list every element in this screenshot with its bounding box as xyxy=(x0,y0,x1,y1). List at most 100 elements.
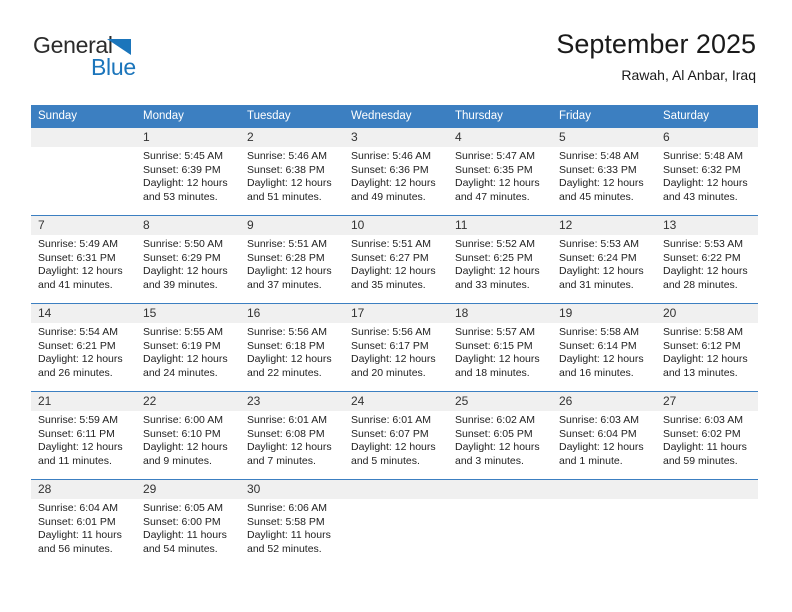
calendar-week-row: 1 Sunrise: 5:45 AM Sunset: 6:39 PM Daylight… xyxy=(31,127,758,216)
sunrise-text: Sunrise: 6:04 AM xyxy=(38,502,118,514)
day-number: 8 xyxy=(136,216,240,235)
sunset-text: Sunset: 6:12 PM xyxy=(663,339,741,352)
calendar-day-cell[interactable]: 28 Sunrise: 6:04 AM Sunset: 6:01 PM Dayligh… xyxy=(31,479,136,568)
sunrise-text: Sunrise: 5:51 AM xyxy=(247,238,327,250)
daylight-text-line2: and 13 minutes. xyxy=(663,366,738,379)
sunset-text: Sunset: 6:05 PM xyxy=(455,427,533,440)
calendar-day-cell[interactable]: 20 Sunrise: 5:58 AM Sunset: 6:12 PM Dayligh… xyxy=(656,303,758,392)
daylight-text-line1: Daylight: 12 hours xyxy=(351,177,436,190)
daylight-text-line1: Daylight: 12 hours xyxy=(143,441,228,454)
calendar-day-cell[interactable]: 12 Sunrise: 5:53 AM Sunset: 6:24 PM Dayligh… xyxy=(552,215,656,304)
sunset-text: Sunset: 6:18 PM xyxy=(247,339,325,352)
day-number: 15 xyxy=(136,304,240,323)
sunset-text: Sunset: 6:01 PM xyxy=(38,515,116,528)
daylight-text-line2: and 51 minutes. xyxy=(247,190,322,203)
calendar-day-cell[interactable]: 13 Sunrise: 5:53 AM Sunset: 6:22 PM Dayligh… xyxy=(656,215,758,304)
calendar-day-cell[interactable]: 5 Sunrise: 5:48 AM Sunset: 6:33 PM Daylight… xyxy=(552,127,656,216)
calendar-day-cell[interactable]: 2 Sunrise: 5:46 AM Sunset: 6:38 PM Daylight… xyxy=(240,127,344,216)
daylight-text-line2: and 45 minutes. xyxy=(559,190,634,203)
calendar-day-cell[interactable]: 9 Sunrise: 5:51 AM Sunset: 6:28 PM Daylight… xyxy=(240,215,344,304)
calendar-week-row: 14 Sunrise: 5:54 AM Sunset: 6:21 PM Dayligh… xyxy=(31,303,758,392)
day-number: 27 xyxy=(656,392,758,411)
calendar-day-cell-empty xyxy=(31,127,136,216)
calendar-day-cell[interactable]: 16 Sunrise: 5:56 AM Sunset: 6:18 PM Dayligh… xyxy=(240,303,344,392)
day-details: Sunrise: 5:56 AM Sunset: 6:18 PM Daylight:… xyxy=(240,323,344,380)
day-details: Sunrise: 5:48 AM Sunset: 6:32 PM Daylight:… xyxy=(656,147,758,204)
calendar-day-cell[interactable]: 30 Sunrise: 6:06 AM Sunset: 5:58 PM Dayligh… xyxy=(240,479,344,568)
calendar-day-cell[interactable]: 26 Sunrise: 6:03 AM Sunset: 6:04 PM Dayligh… xyxy=(552,391,656,480)
day-number: 7 xyxy=(31,216,136,235)
day-details: Sunrise: 5:46 AM Sunset: 6:36 PM Daylight:… xyxy=(344,147,448,204)
day-number: 29 xyxy=(136,480,240,499)
sunset-text: Sunset: 6:07 PM xyxy=(351,427,429,440)
daylight-text-line1: Daylight: 11 hours xyxy=(38,529,122,542)
daylight-text-line2: and 33 minutes. xyxy=(455,278,530,291)
daylight-text-line2: and 20 minutes. xyxy=(351,366,426,379)
calendar-day-cell[interactable]: 27 Sunrise: 6:03 AM Sunset: 6:02 PM Dayligh… xyxy=(656,391,758,480)
day-number xyxy=(31,128,136,147)
weekday-header-tuesday: Tuesday xyxy=(240,105,344,128)
daylight-text-line1: Daylight: 11 hours xyxy=(247,529,331,542)
day-number: 3 xyxy=(344,128,448,147)
daylight-text-line1: Daylight: 12 hours xyxy=(247,265,332,278)
calendar-day-cell[interactable]: 19 Sunrise: 5:58 AM Sunset: 6:14 PM Dayligh… xyxy=(552,303,656,392)
daylight-text-line1: Daylight: 12 hours xyxy=(247,353,332,366)
calendar-day-cell[interactable]: 14 Sunrise: 5:54 AM Sunset: 6:21 PM Dayligh… xyxy=(31,303,136,392)
triangle-icon xyxy=(107,39,131,55)
sunrise-text: Sunrise: 5:45 AM xyxy=(143,150,223,162)
sunrise-text: Sunrise: 6:03 AM xyxy=(663,414,743,426)
calendar-day-cell[interactable]: 4 Sunrise: 5:47 AM Sunset: 6:35 PM Daylight… xyxy=(448,127,552,216)
daylight-text-line1: Daylight: 12 hours xyxy=(559,353,644,366)
sunrise-text: Sunrise: 5:47 AM xyxy=(455,150,535,162)
calendar-day-cell[interactable]: 8 Sunrise: 5:50 AM Sunset: 6:29 PM Daylight… xyxy=(136,215,240,304)
calendar-day-cell[interactable]: 3 Sunrise: 5:46 AM Sunset: 6:36 PM Daylight… xyxy=(344,127,448,216)
calendar-day-cell-empty xyxy=(344,479,448,568)
calendar-day-cell[interactable]: 23 Sunrise: 6:01 AM Sunset: 6:08 PM Dayligh… xyxy=(240,391,344,480)
sunrise-text: Sunrise: 5:58 AM xyxy=(663,326,743,338)
daylight-text-line2: and 54 minutes. xyxy=(143,542,218,555)
daylight-text-line2: and 52 minutes. xyxy=(247,542,322,555)
calendar-day-cell[interactable]: 6 Sunrise: 5:48 AM Sunset: 6:32 PM Daylight… xyxy=(656,127,758,216)
sunset-text: Sunset: 6:15 PM xyxy=(455,339,533,352)
calendar-day-cell[interactable]: 21 Sunrise: 5:59 AM Sunset: 6:11 PM Dayligh… xyxy=(31,391,136,480)
daylight-text-line1: Daylight: 12 hours xyxy=(663,265,748,278)
sunrise-text: Sunrise: 6:00 AM xyxy=(143,414,223,426)
calendar-day-cell[interactable]: 25 Sunrise: 6:02 AM Sunset: 6:05 PM Dayligh… xyxy=(448,391,552,480)
sunset-text: Sunset: 6:32 PM xyxy=(663,163,741,176)
day-number: 21 xyxy=(31,392,136,411)
calendar-day-cell[interactable]: 7 Sunrise: 5:49 AM Sunset: 6:31 PM Daylight… xyxy=(31,215,136,304)
calendar-day-cell[interactable]: 10 Sunrise: 5:51 AM Sunset: 6:27 PM Dayligh… xyxy=(344,215,448,304)
calendar-day-cell[interactable]: 1 Sunrise: 5:45 AM Sunset: 6:39 PM Daylight… xyxy=(136,127,240,216)
daylight-text-line2: and 16 minutes. xyxy=(559,366,634,379)
calendar-day-cell[interactable]: 22 Sunrise: 6:00 AM Sunset: 6:10 PM Dayligh… xyxy=(136,391,240,480)
day-details: Sunrise: 6:00 AM Sunset: 6:10 PM Daylight:… xyxy=(136,411,240,468)
calendar-day-cell[interactable]: 24 Sunrise: 6:01 AM Sunset: 6:07 PM Dayligh… xyxy=(344,391,448,480)
page-title: September 2025 xyxy=(556,29,756,59)
sunrise-text: Sunrise: 5:57 AM xyxy=(455,326,535,338)
calendar-day-cell[interactable]: 17 Sunrise: 5:56 AM Sunset: 6:17 PM Dayligh… xyxy=(344,303,448,392)
calendar-day-cell-empty xyxy=(552,479,656,568)
day-details: Sunrise: 6:05 AM Sunset: 6:00 PM Daylight:… xyxy=(136,499,240,556)
day-details: Sunrise: 5:54 AM Sunset: 6:21 PM Daylight:… xyxy=(31,323,136,380)
calendar-day-cell[interactable]: 11 Sunrise: 5:52 AM Sunset: 6:25 PM Dayligh… xyxy=(448,215,552,304)
daylight-text-line2: and 11 minutes. xyxy=(38,454,112,467)
calendar-day-cell-empty xyxy=(656,479,758,568)
day-details: Sunrise: 5:50 AM Sunset: 6:29 PM Daylight:… xyxy=(136,235,240,292)
sunrise-text: Sunrise: 6:03 AM xyxy=(559,414,639,426)
day-details: Sunrise: 5:53 AM Sunset: 6:24 PM Daylight:… xyxy=(552,235,656,292)
title-block: September 2025 Rawah, Al Anbar, Iraq xyxy=(556,28,756,85)
day-number: 30 xyxy=(240,480,344,499)
weekday-header-monday: Monday xyxy=(136,105,240,128)
day-details: Sunrise: 6:02 AM Sunset: 6:05 PM Daylight:… xyxy=(448,411,552,468)
sunset-text: Sunset: 6:14 PM xyxy=(559,339,637,352)
page-subtitle: Rawah, Al Anbar, Iraq xyxy=(621,67,756,83)
calendar-day-cell[interactable]: 29 Sunrise: 6:05 AM Sunset: 6:00 PM Dayligh… xyxy=(136,479,240,568)
sunrise-text: Sunrise: 5:50 AM xyxy=(143,238,223,250)
day-number: 14 xyxy=(31,304,136,323)
day-number: 13 xyxy=(656,216,758,235)
calendar-day-cell[interactable]: 15 Sunrise: 5:55 AM Sunset: 6:19 PM Dayligh… xyxy=(136,303,240,392)
sunrise-text: Sunrise: 6:06 AM xyxy=(247,502,327,514)
sunrise-text: Sunrise: 5:56 AM xyxy=(247,326,327,338)
calendar-day-cell[interactable]: 18 Sunrise: 5:57 AM Sunset: 6:15 PM Dayligh… xyxy=(448,303,552,392)
daylight-text-line2: and 49 minutes. xyxy=(351,190,426,203)
